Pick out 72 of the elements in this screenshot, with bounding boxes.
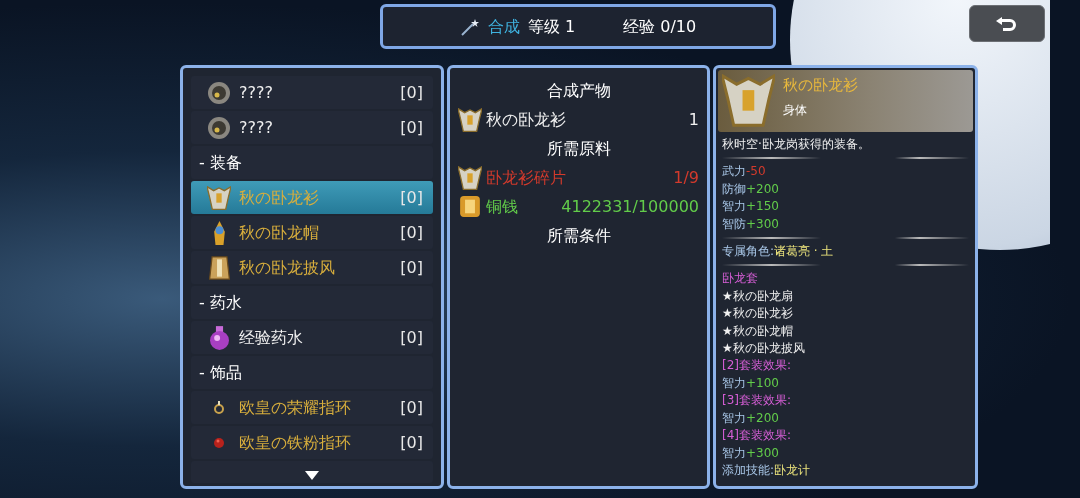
item-name: 经验药水: [239, 326, 304, 349]
detail-line: [3]套装效果:: [721, 392, 793, 410]
list-item[interactable]: 欧皇の铁粉指环 [0]: [191, 426, 433, 459]
cloak-icon: [208, 255, 230, 280]
category-header[interactable]: - 药水: [191, 286, 433, 319]
back-button[interactable]: [969, 5, 1045, 42]
detail-line: 智力+100: [721, 374, 780, 392]
potion-bottle-icon: [209, 325, 229, 350]
detail-line: 防御+200: [721, 180, 780, 198]
level-text: 等级 1: [527, 15, 576, 38]
item-count: [0]: [400, 256, 423, 279]
item-name: 秋の卧龙帽: [239, 221, 320, 244]
item-name: 欧皇の铁粉指环: [239, 431, 352, 454]
material-amount: 1/9: [673, 166, 699, 189]
item-count: [0]: [400, 221, 423, 244]
armor-icon: [458, 165, 482, 190]
detail-line: 添加技能:卧龙计: [721, 461, 812, 479]
list-item[interactable]: 秋の卧龙帽 [0]: [191, 216, 433, 249]
material-name: 铜钱: [486, 195, 519, 218]
detail-line: 智力+150: [721, 198, 780, 216]
coin-icon: [207, 115, 231, 140]
item-count: [0]: [400, 396, 423, 419]
item-name: 欧皇の荣耀指环: [239, 396, 352, 419]
item-name: 秋の卧龙披风: [239, 256, 336, 279]
scroll-down-arrow-icon[interactable]: [305, 471, 319, 480]
armor-icon: [458, 107, 482, 132]
ring-icon: [214, 437, 224, 448]
armor-icon: [207, 185, 231, 210]
item-title: 秋の卧龙衫: [782, 75, 858, 96]
detail-line: 专属角色:诸葛亮 · 土: [721, 243, 835, 261]
category-header[interactable]: - 饰品: [191, 356, 433, 389]
list-item[interactable]: 经验药水 [0]: [191, 321, 433, 354]
helmet-icon: [213, 220, 225, 245]
detail-line: 秋时空·卧龙岗获得的装备。: [721, 136, 871, 153]
list-item[interactable]: 欧皇の荣耀指环 [0]: [191, 391, 433, 424]
list-item[interactable]: ???? [0]: [191, 111, 433, 144]
item-name: 秋の卧龙衫: [239, 186, 320, 209]
category-header[interactable]: - 装备: [191, 146, 433, 179]
material-amount: 4122331/100000: [561, 195, 699, 218]
material-amount: 1: [688, 108, 699, 131]
section-heading: 所需条件: [546, 224, 611, 247]
detail-line: ★秋の卧龙披风: [721, 340, 806, 358]
detail-line: [2]套装效果:: [721, 357, 793, 375]
section-heading: 所需原料: [546, 137, 611, 160]
detail-line: 智力+300: [721, 444, 780, 462]
material-name: 秋の卧龙衫: [486, 108, 567, 131]
item-count: [0]: [400, 431, 423, 454]
list-item[interactable]: 秋の卧龙披风 [0]: [191, 251, 433, 284]
list-item[interactable]: ???? [0]: [191, 76, 433, 109]
detail-line: 智防+300: [721, 215, 780, 233]
item-name: ????: [239, 116, 274, 139]
material-name: 卧龙衫碎片: [486, 166, 567, 189]
section-heading: 合成产物: [546, 79, 611, 102]
item-count: [0]: [400, 81, 423, 104]
item-count: [0]: [400, 186, 423, 209]
item-slot: 身体: [782, 100, 858, 119]
detail-line: ★秋の卧龙帽: [721, 322, 794, 340]
item-name: ????: [239, 81, 274, 104]
detail-line: 智力+200: [721, 409, 780, 427]
item-count: [0]: [400, 326, 423, 349]
coin-icon: [207, 80, 231, 105]
armor-icon: [722, 74, 775, 127]
detail-line: [4]套装效果:: [721, 427, 793, 445]
detail-line: ★秋の卧龙衫: [721, 305, 794, 323]
detail-line: 卧龙套: [721, 270, 759, 288]
detail-line: 武力-50: [721, 163, 767, 181]
detail-line: ★秋の卧龙扇: [721, 287, 794, 305]
mode-title: 合成: [487, 15, 520, 38]
coin-stack-icon: [460, 196, 480, 217]
experience-text: 经验 0/10: [623, 15, 697, 38]
ring-icon: [214, 401, 224, 414]
item-count: [0]: [400, 116, 423, 139]
